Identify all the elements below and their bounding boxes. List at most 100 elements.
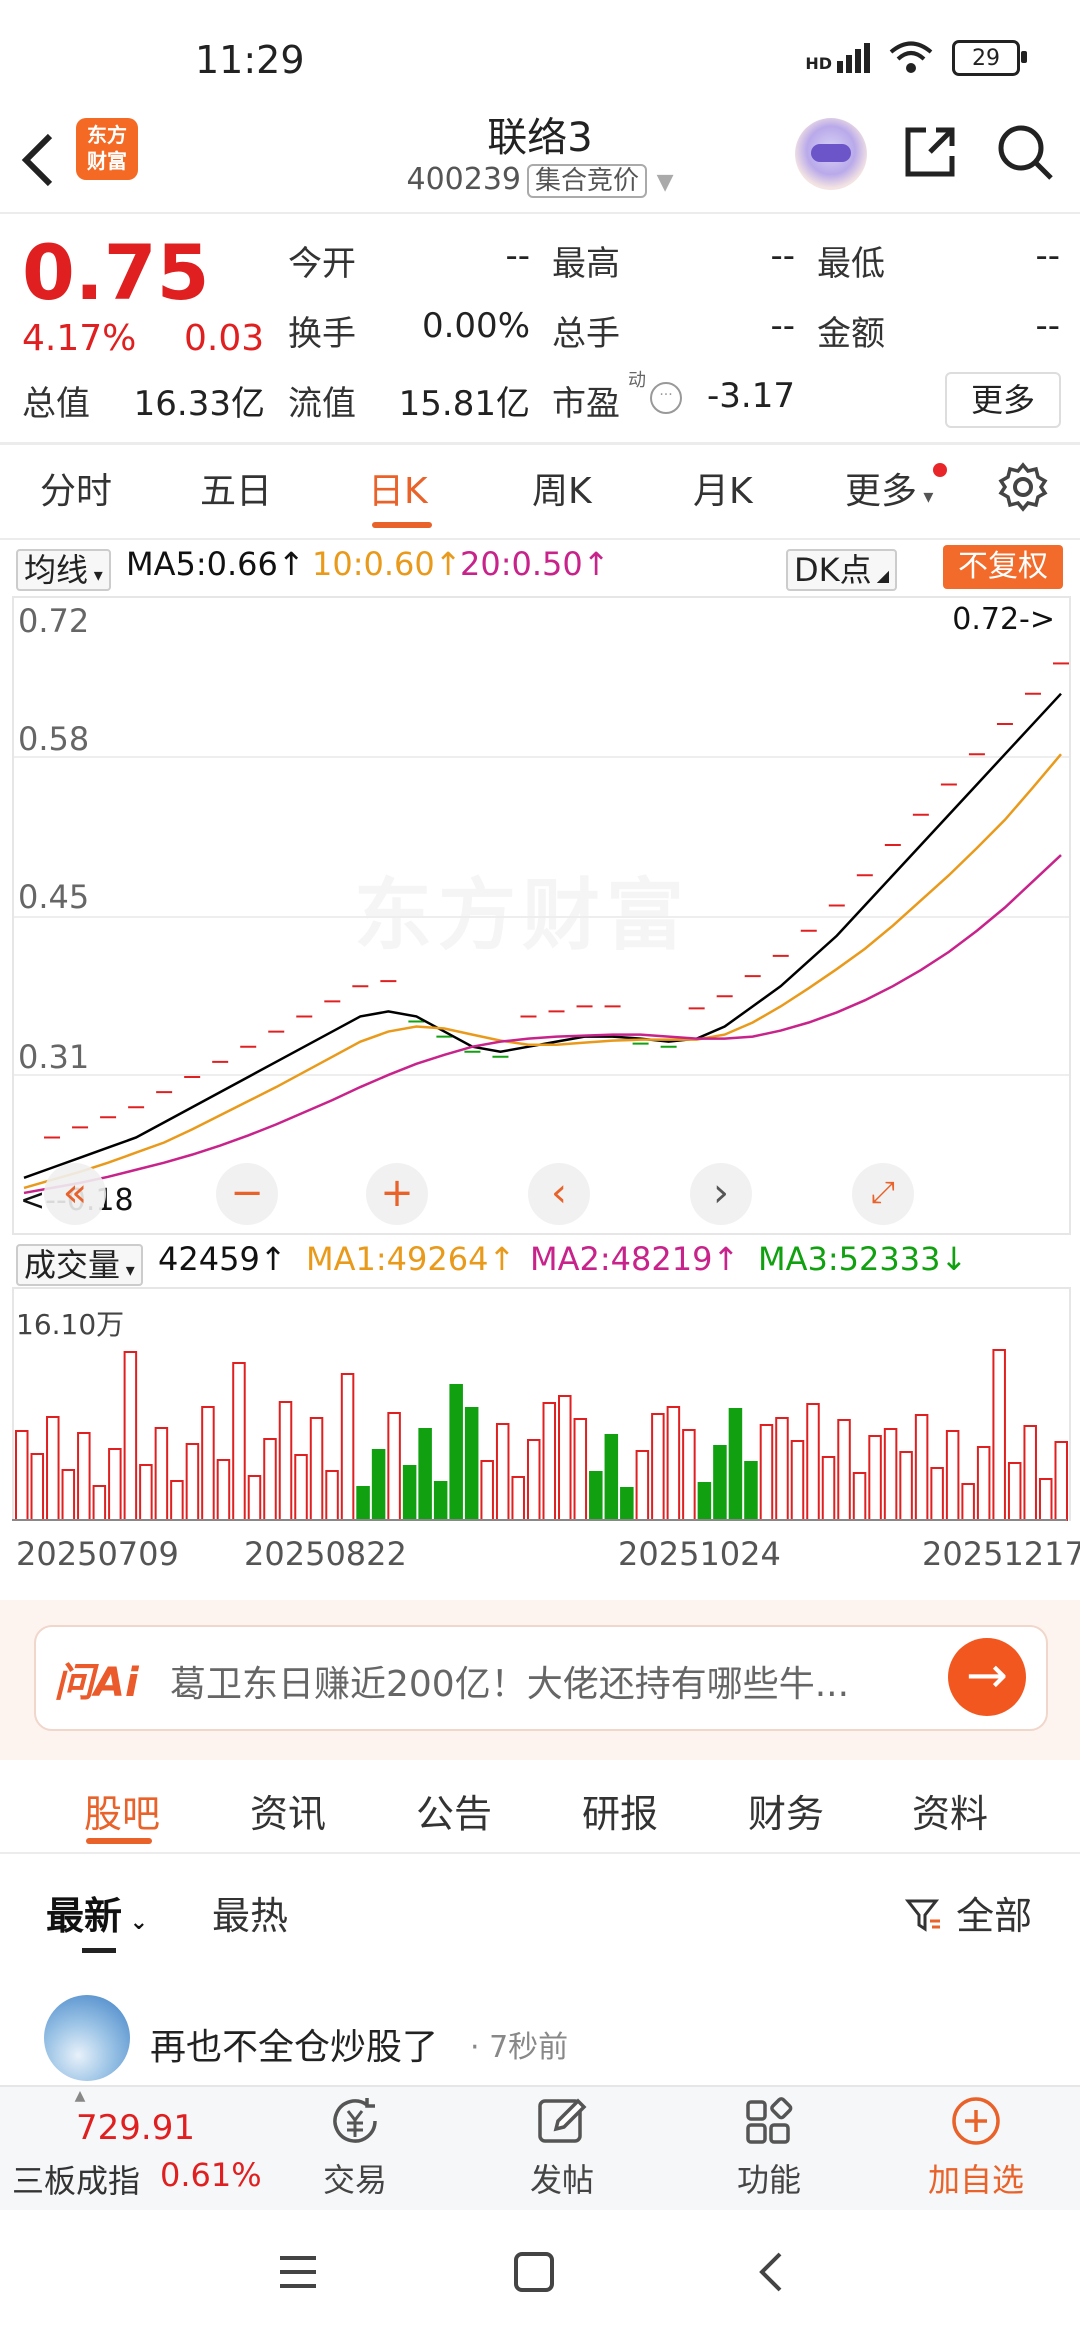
ai-assistant-avatar[interactable] — [795, 118, 867, 190]
volume-bar — [387, 1412, 401, 1521]
volume-bar — [216, 1459, 231, 1521]
turnover-label: 换手 — [288, 314, 356, 354]
functions-button[interactable]: 功能 — [704, 2093, 834, 2201]
caret-up-icon: ▲ — [74, 2088, 86, 2104]
tab-profile[interactable]: 资料 — [912, 1783, 988, 1838]
current-price: 0.75 — [22, 228, 210, 317]
change-amount: 0.03 — [184, 318, 265, 359]
adjust-button[interactable]: 不复权 — [943, 545, 1063, 589]
volume-bar — [759, 1424, 774, 1521]
dropdown-caret-icon[interactable]: ▼ — [657, 170, 674, 195]
volume-bar — [1023, 1425, 1037, 1521]
volume-bar — [744, 1461, 758, 1521]
tab-guba[interactable]: 股吧 — [84, 1783, 160, 1838]
more-button[interactable]: 更多 — [945, 372, 1061, 428]
float-value: 15.81亿 — [398, 384, 530, 424]
volume-bar — [294, 1454, 308, 1521]
volume-bar — [402, 1465, 417, 1521]
avatar[interactable] — [44, 1995, 130, 2081]
total-value: 16.33亿 — [133, 384, 265, 424]
scroll-left-fast-button[interactable]: « — [44, 1163, 106, 1225]
tab-intraday[interactable]: 分时 — [40, 462, 112, 514]
tab-five-day[interactable]: 五日 — [200, 462, 272, 514]
sort-indicator — [82, 1948, 116, 1953]
high-label: 最高 — [552, 244, 620, 284]
volume-chart[interactable]: 16.10万 — [12, 1287, 1071, 1521]
zoom-out-button[interactable]: − — [216, 1163, 278, 1225]
scroll-left-button[interactable]: ‹ — [528, 1163, 590, 1225]
ma5-readout: MA5:0.66↑ — [126, 545, 305, 583]
volume-bar — [92, 1485, 107, 1521]
volume-bar — [604, 1434, 619, 1521]
dk-point-toggle[interactable]: DK点 ◢ — [786, 545, 898, 591]
tab-more[interactable]: 更多 ▾ — [845, 462, 933, 514]
post-author[interactable]: 再也不全仓炒股了 — [150, 2018, 438, 2070]
volume-bar — [775, 1417, 789, 1521]
volume-plot — [15, 1349, 1069, 1521]
ai-prompt-text[interactable]: 葛卫东日赚近200亿！大佬还持有哪些牛... — [170, 1655, 849, 1707]
volume-bar — [930, 1467, 944, 1521]
volume-bar — [883, 1428, 898, 1521]
trade-button[interactable]: 交易 — [290, 2093, 420, 2201]
trade-icon — [333, 2098, 377, 2143]
index-change: 0.61% — [160, 2156, 262, 2194]
total-value-label: 总值 — [22, 384, 90, 424]
volume-bar — [495, 1423, 510, 1521]
tab-announcement[interactable]: 公告 — [416, 1783, 492, 1838]
back-nav-icon[interactable] — [754, 2250, 788, 2294]
tab-research[interactable]: 研报 — [582, 1783, 658, 1838]
date-label: 20251024 — [618, 1535, 781, 1573]
status-bar: 11:29 HD 29 — [0, 0, 1080, 120]
volume-bar — [992, 1349, 1006, 1521]
filter-all[interactable]: 全部 — [904, 1885, 1032, 1940]
index-value[interactable]: 729.91 — [76, 2108, 195, 2148]
tab-weekly-k[interactable]: 周K — [532, 462, 592, 514]
zoom-in-button[interactable]: + — [366, 1163, 428, 1225]
share-icon[interactable] — [900, 122, 960, 182]
tab-finance[interactable]: 财务 — [748, 1783, 824, 1838]
battery-icon: 29 — [952, 40, 1027, 76]
search-icon[interactable] — [995, 122, 1055, 182]
volume-bar — [201, 1406, 215, 1521]
tab-monthly-k[interactable]: 月K — [693, 462, 753, 514]
settings-gear-icon[interactable] — [998, 462, 1048, 512]
volume-bar — [976, 1446, 991, 1521]
wifi-icon — [889, 41, 933, 73]
volume-bar — [340, 1373, 355, 1521]
volume-selector[interactable]: 成交量 ▾ — [16, 1240, 143, 1286]
tab-daily-k[interactable]: 日K — [368, 462, 428, 514]
post-time: · 7秒前 — [470, 2030, 569, 2065]
index-name[interactable]: 三板成指 — [12, 2156, 140, 2202]
ai-send-button[interactable]: → — [948, 1638, 1026, 1716]
post-button[interactable]: 发帖 — [497, 2093, 627, 2201]
sort-latest[interactable]: 最新 ⌄ — [46, 1885, 148, 1940]
ma-selector[interactable]: 均线 ▾ — [16, 545, 111, 591]
high-value: -- — [770, 236, 795, 276]
volume-bar — [589, 1471, 603, 1521]
volume-bar — [170, 1480, 184, 1521]
status-icons: HD 29 — [805, 40, 1027, 76]
amount-value: -- — [1035, 306, 1060, 346]
volume-bar — [418, 1428, 432, 1521]
kline-chart[interactable]: 东方财富 0.72 0.58 0.45 0.31 0.72-> <--0.18 … — [12, 596, 1071, 1235]
pe-label: 市盈 — [552, 384, 620, 424]
scroll-right-button[interactable]: › — [690, 1163, 752, 1225]
add-watchlist-button[interactable]: 加自选 — [911, 2093, 1041, 2201]
menu-icon[interactable] — [276, 2252, 320, 2292]
sort-hot[interactable]: 最热 — [212, 1885, 288, 1940]
tab-news[interactable]: 资讯 — [250, 1783, 326, 1838]
pe-value: -3.17 — [707, 376, 795, 416]
volume-bar — [325, 1470, 339, 1521]
info-icon[interactable]: ··· — [650, 382, 682, 414]
system-nav-bar — [0, 2210, 1080, 2340]
home-icon[interactable] — [512, 2250, 556, 2294]
volume-label: 总手 — [552, 314, 620, 354]
ma-line-ma20 — [23, 854, 1062, 1195]
expand-icon[interactable]: ⤢ — [852, 1163, 914, 1225]
volume-bar — [185, 1443, 200, 1521]
volume-readout: 42459↑ — [158, 1240, 287, 1278]
volume-bar — [309, 1417, 324, 1521]
volume-bar — [1038, 1478, 1053, 1521]
ma20-readout: 20:0.50↑ — [460, 545, 610, 583]
stock-code: 400239 — [406, 162, 522, 197]
